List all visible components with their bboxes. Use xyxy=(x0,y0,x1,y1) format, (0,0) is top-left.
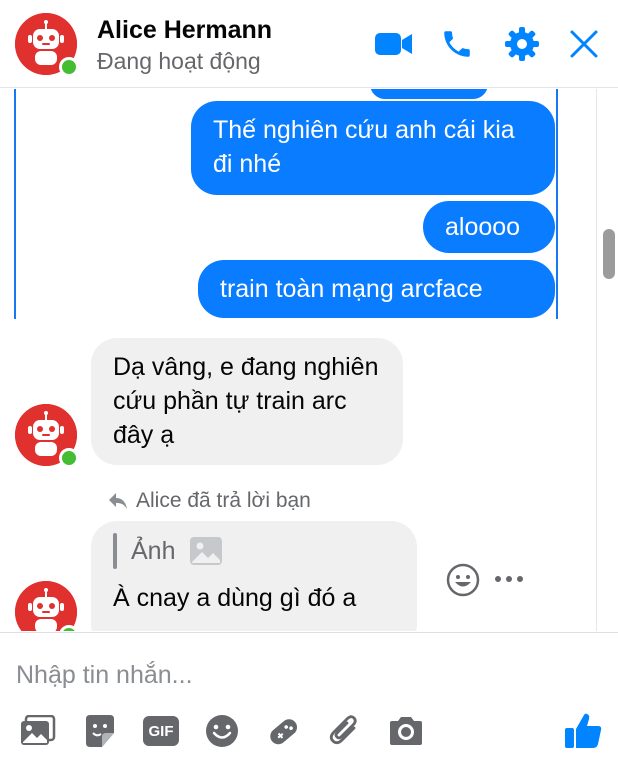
sticker-icon[interactable] xyxy=(80,711,120,751)
incoming-message-text: À cnay a dùng gì đó a xyxy=(113,584,357,612)
gif-icon[interactable]: GIF xyxy=(141,711,181,751)
gif-label: GIF xyxy=(143,716,179,746)
contact-status: Đang hoạt động xyxy=(97,48,261,74)
quoted-message-label: Ảnh xyxy=(131,537,176,565)
emoji-icon[interactable] xyxy=(202,711,242,751)
outgoing-message[interactable]: aloooo xyxy=(423,201,555,253)
contact-name[interactable]: Alice Hermann xyxy=(97,16,272,45)
image-icon xyxy=(190,537,223,565)
game-icon[interactable] xyxy=(263,711,303,751)
like-icon[interactable] xyxy=(563,711,603,751)
scrollbar-thumb[interactable] xyxy=(603,229,615,279)
outgoing-message[interactable]: train toàn mạng arcface xyxy=(198,260,555,318)
attach-icon[interactable] xyxy=(325,711,365,751)
robot-avatar-icon xyxy=(15,581,77,631)
outgoing-message[interactable]: Thế nghiên cứu anh cái kia đi nhé xyxy=(191,101,555,195)
incoming-message[interactable]: Dạ vâng, e đang nghiên cứu phần tự train… xyxy=(91,338,403,465)
close-icon[interactable] xyxy=(564,24,604,64)
reply-arrow-icon xyxy=(109,493,127,509)
reply-indicator: Alice đã trả lời bạn xyxy=(108,489,311,513)
online-status-dot xyxy=(59,448,79,468)
settings-icon[interactable] xyxy=(502,24,542,64)
chat-header: Alice Hermann Đang hoạt động xyxy=(0,0,618,88)
quoted-message[interactable]: Ảnh xyxy=(113,533,395,569)
message-input[interactable] xyxy=(16,655,596,695)
avatar[interactable] xyxy=(15,581,79,631)
scrollbar-track[interactable] xyxy=(596,89,618,631)
voice-call-icon[interactable] xyxy=(437,24,477,64)
react-emoji-icon[interactable] xyxy=(446,563,480,602)
photo-icon[interactable] xyxy=(18,711,58,751)
more-options-icon[interactable] xyxy=(493,569,525,594)
avatar[interactable] xyxy=(15,13,79,77)
quote-bar xyxy=(113,533,117,569)
incoming-message-with-quote[interactable]: Ảnh À cnay a dùng gì đó a xyxy=(91,521,417,631)
avatar[interactable] xyxy=(15,404,79,468)
message-composer: GIF xyxy=(0,632,618,758)
reply-indicator-text: Alice đã trả lời bạn xyxy=(136,489,311,512)
camera-icon[interactable] xyxy=(386,711,426,751)
outgoing-message-partial xyxy=(370,89,488,99)
online-status-dot xyxy=(59,57,79,77)
video-call-icon[interactable] xyxy=(374,24,414,64)
message-list[interactable]: Thế nghiên cứu anh cái kia đi nhé aloooo… xyxy=(0,89,618,631)
